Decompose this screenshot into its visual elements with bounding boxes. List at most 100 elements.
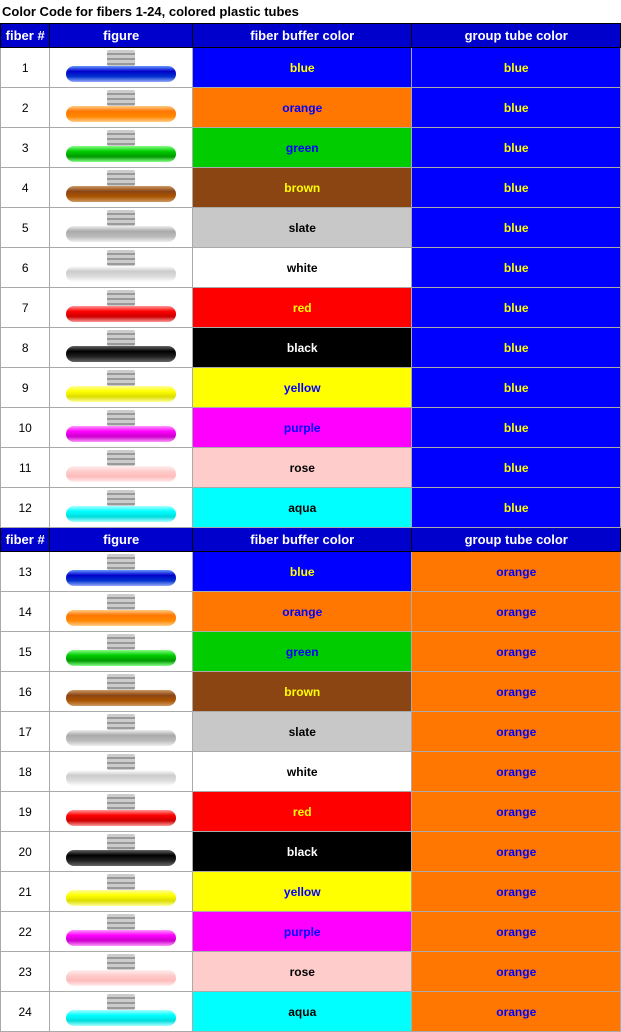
table-header-mid: fiber # figure fiber buffer color group …: [1, 528, 621, 552]
buffer-color-cell: rose: [193, 448, 412, 488]
fiber-number: 9: [1, 368, 50, 408]
fiber-number: 14: [1, 592, 50, 632]
lines-icon: [107, 370, 135, 386]
fiber-figure: [50, 248, 193, 288]
buffer-color-cell: red: [193, 792, 412, 832]
group-color-cell: blue: [412, 88, 621, 128]
buffer-color-cell: red: [193, 288, 412, 328]
buffer-color-cell: rose: [193, 952, 412, 992]
fiber-number: 11: [1, 448, 50, 488]
fiber-number: 1: [1, 48, 50, 88]
buffer-color-cell: yellow: [193, 368, 412, 408]
fiber-number: 6: [1, 248, 50, 288]
buffer-color-cell: brown: [193, 168, 412, 208]
lines-icon: [107, 410, 135, 426]
buffer-color-cell: black: [193, 832, 412, 872]
fiber-figure: [50, 592, 193, 632]
lines-icon: [107, 674, 135, 690]
col-figure-header-mid: figure: [50, 528, 193, 552]
table-row: 23 rose orange: [1, 952, 621, 992]
tube-color-bar: [66, 770, 176, 786]
table-row: 14 orange orange: [1, 592, 621, 632]
group-color-cell: orange: [412, 712, 621, 752]
table-row: 9 yellow blue: [1, 368, 621, 408]
tube-color-bar: [66, 570, 176, 586]
table-row: 17 slate orange: [1, 712, 621, 752]
tube-color-bar: [66, 890, 176, 906]
tube-color-bar: [66, 850, 176, 866]
fiber-number: 3: [1, 128, 50, 168]
lines-icon: [107, 210, 135, 226]
lines-icon: [107, 794, 135, 810]
fiber-figure: [50, 752, 193, 792]
col-group-header-mid: group tube color: [412, 528, 621, 552]
buffer-color-cell: aqua: [193, 488, 412, 528]
fiber-table: fiber # figure fiber buffer color group …: [0, 23, 621, 1032]
tube-color-bar: [66, 810, 176, 826]
tube-color-bar: [66, 66, 176, 82]
fiber-figure: [50, 408, 193, 448]
fiber-figure: [50, 632, 193, 672]
table-row: 11 rose blue: [1, 448, 621, 488]
group-color-cell: orange: [412, 872, 621, 912]
buffer-color-cell: black: [193, 328, 412, 368]
lines-icon: [107, 490, 135, 506]
table-row: 13 blue orange: [1, 552, 621, 592]
buffer-color-cell: white: [193, 752, 412, 792]
group-color-cell: blue: [412, 288, 621, 328]
buffer-color-cell: purple: [193, 912, 412, 952]
group-color-cell: blue: [412, 488, 621, 528]
fiber-number: 5: [1, 208, 50, 248]
lines-icon: [107, 90, 135, 106]
table-row: 21 yellow orange: [1, 872, 621, 912]
tube-color-bar: [66, 146, 176, 162]
fiber-number: 20: [1, 832, 50, 872]
tube-color-bar: [66, 266, 176, 282]
lines-icon: [107, 754, 135, 770]
fiber-figure: [50, 952, 193, 992]
fiber-number: 23: [1, 952, 50, 992]
tube-color-bar: [66, 106, 176, 122]
table-row: 22 purple orange: [1, 912, 621, 952]
lines-icon: [107, 290, 135, 306]
fiber-figure: [50, 48, 193, 88]
fiber-figure: [50, 208, 193, 248]
tube-color-bar: [66, 730, 176, 746]
tube-color-bar: [66, 506, 176, 522]
buffer-color-cell: orange: [193, 592, 412, 632]
table-row: 8 black blue: [1, 328, 621, 368]
col-figure-header: figure: [50, 24, 193, 48]
buffer-color-cell: green: [193, 128, 412, 168]
fiber-number: 19: [1, 792, 50, 832]
table-row: 16 brown orange: [1, 672, 621, 712]
lines-icon: [107, 634, 135, 650]
fiber-figure: [50, 872, 193, 912]
fiber-figure: [50, 168, 193, 208]
table-row: 18 white orange: [1, 752, 621, 792]
group-color-cell: orange: [412, 752, 621, 792]
col-buffer-header: fiber buffer color: [193, 24, 412, 48]
tube-color-bar: [66, 346, 176, 362]
buffer-color-cell: aqua: [193, 992, 412, 1032]
tube-color-bar: [66, 1010, 176, 1026]
col-group-header: group tube color: [412, 24, 621, 48]
group-color-cell: blue: [412, 328, 621, 368]
table-row: 5 slate blue: [1, 208, 621, 248]
table-row: 7 red blue: [1, 288, 621, 328]
fiber-number: 22: [1, 912, 50, 952]
fiber-figure: [50, 88, 193, 128]
tube-color-bar: [66, 226, 176, 242]
buffer-color-cell: white: [193, 248, 412, 288]
group-color-cell: orange: [412, 992, 621, 1032]
table-header-top: fiber # figure fiber buffer color group …: [1, 24, 621, 48]
group-color-cell: blue: [412, 448, 621, 488]
tube-color-bar: [66, 466, 176, 482]
page-title: Color Code for fibers 1-24, colored plas…: [0, 0, 621, 23]
fiber-number: 12: [1, 488, 50, 528]
lines-icon: [107, 834, 135, 850]
lines-icon: [107, 130, 135, 146]
buffer-color-cell: slate: [193, 712, 412, 752]
fiber-figure: [50, 128, 193, 168]
table-row: 19 red orange: [1, 792, 621, 832]
fiber-figure: [50, 328, 193, 368]
